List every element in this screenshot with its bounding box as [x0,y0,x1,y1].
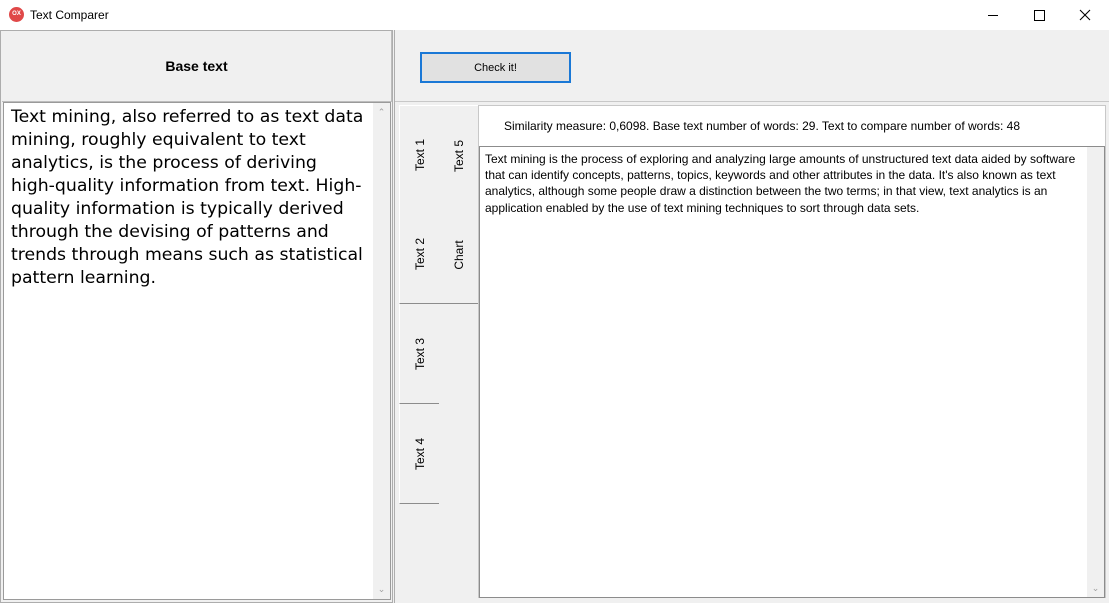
close-button[interactable] [1062,0,1108,30]
tab-text-5-label: Text 5 [451,139,466,173]
tab-text-3[interactable]: Text 3 [399,304,439,404]
scroll-down-arrow-icon[interactable]: ⌄ [1087,582,1104,594]
bottom-edge [478,598,1109,603]
app-icon-text: OX [12,11,21,17]
close-icon [1079,9,1091,21]
maximize-button[interactable] [1016,0,1062,30]
minimize-button[interactable] [970,0,1016,30]
compare-text-scrollbar[interactable]: ⌄ [1087,147,1104,597]
tab-text-4-label: Text 4 [412,437,427,470]
tab-text-5[interactable]: Text 5 [439,105,478,207]
tab-text-1-label: Text 1 [412,138,427,172]
compare-text-content: Text mining is the process of exploring … [485,152,1076,215]
tab-chart-label: Chart [451,239,466,270]
base-text-scrollbar[interactable]: ⌃ ⌄ [373,103,390,599]
maximize-icon [1033,9,1045,21]
window-title: Text Comparer [30,8,109,22]
tab-text-2-label: Text 2 [412,237,427,270]
tab-text-4[interactable]: Text 4 [399,404,439,504]
minimize-icon [988,14,998,16]
tab-text-3-label: Text 3 [412,337,427,370]
app-icon: OX [9,7,24,22]
similarity-summary: Similarity measure: 0,6098. Base text nu… [504,119,1021,133]
scroll-down-arrow-icon[interactable]: ⌄ [373,583,390,595]
tab-chart[interactable]: Chart [439,206,478,304]
base-text-area[interactable]: Text mining, also referred to as text da… [3,102,391,600]
base-text-header: Base text [2,31,392,102]
compare-text-area[interactable]: Text mining is the process of exploring … [479,146,1105,598]
base-text-content: Text mining, also referred to as text da… [11,107,364,288]
tab-text-1[interactable]: Text 1 [399,105,439,205]
check-button[interactable]: Check it! [420,52,571,83]
scroll-up-arrow-icon[interactable]: ⌃ [373,106,390,118]
tab-text-2[interactable]: Text 2 [399,204,439,304]
title-bar [0,0,1109,30]
